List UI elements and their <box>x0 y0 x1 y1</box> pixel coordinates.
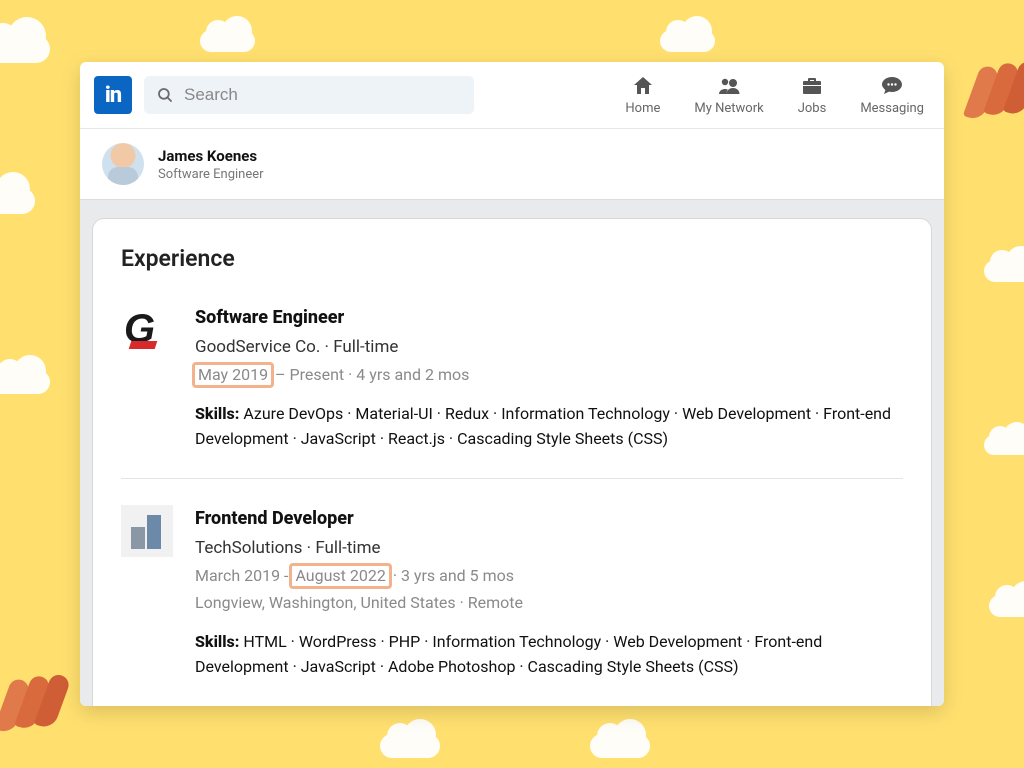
search-bar[interactable] <box>144 76 474 114</box>
date-suffix: · 3 yrs and 5 mos <box>389 566 514 585</box>
accent-decoration <box>0 660 75 746</box>
linkedin-logo[interactable]: in <box>94 76 132 114</box>
date-rest: Present · 4 yrs and 2 mos <box>290 365 470 384</box>
nav-label: Messaging <box>860 101 924 116</box>
skills-list: HTML · WordPress · PHP · Information Tec… <box>195 632 822 676</box>
job-dates: March 2019 - August 2022 · 3 yrs and 5 m… <box>195 563 903 589</box>
cloud-decoration <box>590 734 650 758</box>
nav-label: Jobs <box>798 101 827 116</box>
cloud-decoration <box>380 734 440 758</box>
date-highlight: August 2022 <box>289 563 391 589</box>
profile-strip: James Koenes Software Engineer <box>80 129 944 199</box>
experience-heading: Experience <box>121 245 903 272</box>
job-skills: Skills: Azure DevOps · Material-UI · Red… <box>195 402 903 452</box>
home-icon <box>630 74 656 98</box>
app-window: in Home <box>80 62 944 706</box>
experience-card: Experience Software Engineer GoodService… <box>92 218 932 706</box>
skills-label: Skills: <box>195 632 239 651</box>
job-company-line: GoodService Co. · Full-time <box>195 334 903 360</box>
cloud-decoration <box>984 260 1024 282</box>
nav-network[interactable]: My Network <box>694 74 763 116</box>
date-prefix: March 2019 - <box>195 566 292 585</box>
chat-icon <box>878 74 906 98</box>
profile-name: James Koenes <box>158 147 264 165</box>
nav-messaging[interactable]: Messaging <box>860 74 924 116</box>
nav-label: My Network <box>694 101 763 116</box>
job-company-line: TechSolutions · Full-time <box>195 535 903 561</box>
nav-home[interactable]: Home <box>625 74 660 116</box>
people-icon <box>715 74 743 98</box>
top-nav: in Home <box>80 62 944 129</box>
date-highlight: May 2019 <box>192 362 274 388</box>
job-role: Software Engineer <box>195 304 903 332</box>
cloud-decoration <box>660 30 715 52</box>
cloud-decoration <box>984 435 1024 455</box>
job-location: Longview, Washington, United States · Re… <box>195 591 903 616</box>
cloud-decoration <box>0 370 50 394</box>
job-dates: May 2019 – Present · 4 yrs and 2 mos <box>195 362 903 388</box>
company-logo[interactable] <box>121 505 173 557</box>
briefcase-icon <box>799 74 825 98</box>
cloud-decoration <box>0 188 35 214</box>
accent-decoration <box>964 47 1024 133</box>
date-separator: – <box>271 365 289 384</box>
cloud-decoration <box>200 30 255 52</box>
cloud-decoration <box>989 595 1024 617</box>
experience-item: Frontend Developer TechSolutions · Full-… <box>121 478 903 706</box>
page-canvas: Experience Software Engineer GoodService… <box>80 199 944 706</box>
skills-list: Azure DevOps · Material-UI · Redux · Inf… <box>195 404 891 448</box>
nav-jobs[interactable]: Jobs <box>798 74 827 116</box>
cloud-decoration <box>0 35 50 63</box>
search-icon <box>156 86 174 104</box>
nav-label: Home <box>625 101 660 116</box>
job-role: Frontend Developer <box>195 505 903 533</box>
experience-item: Software Engineer GoodService Co. · Full… <box>121 294 903 478</box>
job-skills: Skills: HTML · WordPress · PHP · Informa… <box>195 630 903 680</box>
company-logo[interactable] <box>121 304 173 356</box>
avatar[interactable] <box>102 143 144 185</box>
search-input[interactable] <box>184 85 462 105</box>
nav-items: Home My Network <box>625 74 924 116</box>
skills-label: Skills: <box>195 404 239 423</box>
profile-title: Software Engineer <box>158 167 264 182</box>
